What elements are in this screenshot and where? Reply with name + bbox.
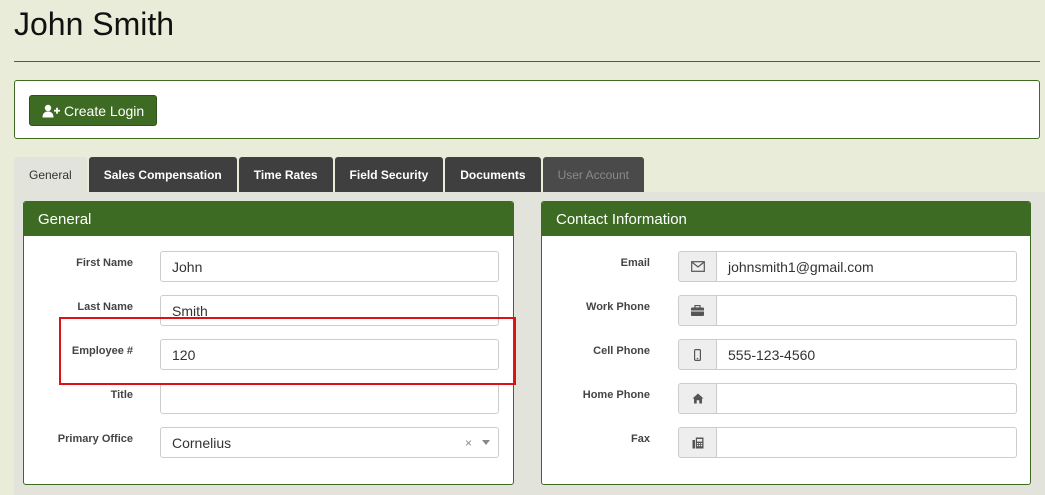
tab-documents[interactable]: Documents — [445, 157, 541, 192]
create-login-label: Create Login — [64, 102, 145, 119]
cell-phone-group: 555-123-4560 — [678, 339, 1017, 370]
chevron-down-icon[interactable] — [482, 440, 490, 445]
tab-user-account: User Account — [542, 157, 644, 192]
mobile-phone-icon — [678, 339, 716, 370]
employee-number-row: Employee # 120 — [24, 339, 513, 371]
cell-phone-label: Cell Phone — [593, 345, 650, 357]
work-phone-input[interactable] — [716, 295, 1017, 326]
select-controls: × — [465, 436, 490, 450]
title-divider — [14, 61, 1040, 62]
tab-bar: General Sales Compensation Time Rates Fi… — [14, 157, 644, 192]
contact-panel: Contact Information Email johnsmith1@gma… — [541, 201, 1031, 485]
cell-phone-input[interactable]: 555-123-4560 — [716, 339, 1017, 370]
primary-office-label: Primary Office — [57, 433, 133, 445]
action-bar: Create Login — [14, 80, 1040, 139]
home-phone-row: Home Phone — [542, 383, 1030, 415]
employee-number-label: Employee # — [71, 345, 133, 357]
general-panel: General First Name John Last Name Smith … — [23, 201, 514, 485]
first-name-row: First Name John — [24, 251, 513, 283]
envelope-icon — [678, 251, 716, 282]
title-row: Title — [24, 383, 513, 415]
cell-phone-row: Cell Phone 555-123-4560 — [542, 339, 1030, 371]
fax-row: Fax — [542, 427, 1030, 459]
work-phone-group — [678, 295, 1017, 326]
email-input[interactable]: johnsmith1@gmail.com — [716, 251, 1017, 282]
clear-selection-icon[interactable]: × — [465, 436, 472, 450]
last-name-label: Last Name — [77, 301, 133, 313]
first-name-input[interactable]: John — [160, 251, 499, 282]
primary-office-select[interactable]: Cornelius × — [160, 427, 499, 458]
fax-input[interactable] — [716, 427, 1017, 458]
home-phone-label: Home Phone — [582, 389, 650, 401]
general-panel-heading: General — [24, 202, 513, 236]
primary-office-row: Primary Office Cornelius × — [24, 427, 513, 459]
tab-field-security[interactable]: Field Security — [334, 157, 444, 192]
tab-time-rates[interactable]: Time Rates — [238, 157, 333, 192]
tab-general[interactable]: General — [14, 157, 87, 192]
last-name-input[interactable]: Smith — [160, 295, 499, 326]
work-phone-row: Work Phone — [542, 295, 1030, 327]
first-name-label: First Name — [76, 257, 133, 269]
create-login-button[interactable]: Create Login — [29, 95, 158, 126]
email-label: Email — [620, 257, 650, 269]
fax-group — [678, 427, 1017, 458]
home-phone-input[interactable] — [716, 383, 1017, 414]
title-input[interactable] — [160, 383, 499, 414]
briefcase-icon — [678, 295, 716, 326]
title-label: Title — [110, 389, 133, 401]
home-icon — [678, 383, 716, 414]
home-phone-group — [678, 383, 1017, 414]
tab-sales-compensation[interactable]: Sales Compensation — [88, 157, 237, 192]
work-phone-label: Work Phone — [586, 301, 650, 313]
employee-number-input[interactable]: 120 — [160, 339, 499, 370]
add-user-icon — [42, 104, 60, 118]
fax-icon — [678, 427, 716, 458]
contact-panel-heading: Contact Information — [542, 202, 1030, 236]
last-name-row: Last Name Smith — [24, 295, 513, 327]
fax-label: Fax — [631, 433, 650, 445]
primary-office-value: Cornelius — [172, 434, 232, 451]
email-group: johnsmith1@gmail.com — [678, 251, 1017, 282]
email-row: Email johnsmith1@gmail.com — [542, 251, 1030, 283]
page-title: John Smith — [14, 6, 175, 42]
